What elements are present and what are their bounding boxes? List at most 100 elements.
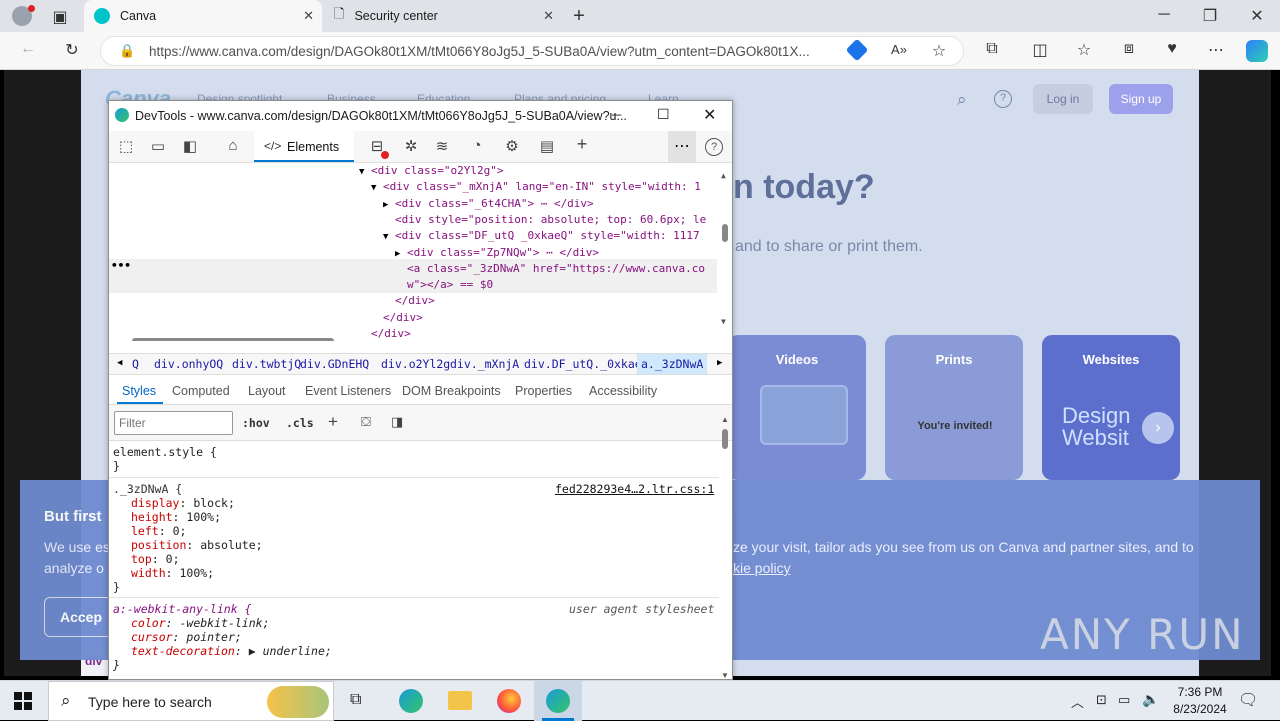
copilot-icon[interactable]: [1246, 40, 1268, 62]
performance-icon[interactable]: ◔: [466, 137, 488, 157]
rule-selector[interactable]: ._3zDNwA {: [113, 482, 182, 496]
sources-bug-icon[interactable]: ✲: [400, 137, 422, 157]
close-tab-icon[interactable]: ✕: [543, 8, 554, 24]
help-icon[interactable]: ?: [705, 138, 723, 156]
edge-taskbar-icon[interactable]: [399, 689, 423, 713]
scroll-down-icon[interactable]: ▼: [721, 671, 729, 680]
css-property-name[interactable]: position: [131, 538, 186, 552]
rule-selector[interactable]: a:-webkit-any-link {: [113, 602, 251, 616]
vscroll-thumb[interactable]: [722, 429, 728, 449]
network-icon[interactable]: ≋: [431, 137, 453, 157]
css-property-name[interactable]: width: [131, 566, 166, 580]
help-icon[interactable]: ?: [994, 90, 1012, 108]
memory-icon[interactable]: ⚙: [501, 137, 523, 157]
dom-node-line[interactable]: <a class="_3zDNwA" href="https://www.can…: [395, 261, 705, 277]
css-property-value[interactable]: 0;: [173, 524, 187, 538]
subtab-properties[interactable]: Properties: [515, 384, 572, 398]
crumb[interactable]: div.twbtjQ: [232, 357, 301, 371]
accept-button[interactable]: Accep: [44, 597, 114, 637]
crumb-left-icon[interactable]: ◀: [117, 358, 122, 368]
login-button[interactable]: Log in: [1033, 84, 1093, 114]
edge-active-taskbar-item[interactable]: [534, 681, 582, 721]
filter-input[interactable]: [114, 411, 233, 435]
node-ellipsis[interactable]: •••: [111, 259, 131, 272]
css-property-value[interactable]: ▶ underline;: [249, 644, 332, 658]
search-icon[interactable]: ⌕: [957, 90, 967, 110]
clock-time[interactable]: 7:36 PM: [1172, 685, 1228, 699]
restore-icon[interactable]: ❐: [1198, 6, 1222, 26]
minimize-icon[interactable]: ─: [612, 107, 621, 122]
hov-toggle[interactable]: :hov: [242, 416, 270, 430]
close-tab-icon[interactable]: ✕: [303, 8, 314, 24]
css-declaration[interactable]: left: 0;: [131, 524, 186, 538]
signup-button[interactable]: Sign up: [1109, 84, 1173, 114]
crumb[interactable]: div.DF_utQ._0xkaeQ: [524, 357, 649, 371]
hscroll-thumb[interactable]: [132, 338, 334, 341]
css-property-name[interactable]: display: [131, 496, 179, 510]
dom-node-line[interactable]: <div style="position: absolute; top: 60.…: [383, 212, 706, 228]
subtab-layout[interactable]: Layout: [248, 384, 286, 398]
dock-side-icon[interactable]: ◧: [179, 137, 201, 157]
crumb-right-icon[interactable]: ▶: [717, 358, 722, 368]
crumb-selected[interactable]: a._3zDNwA: [637, 354, 708, 374]
tab-canva[interactable]: Canva ✕: [84, 0, 322, 32]
welcome-home-icon[interactable]: ⌂: [222, 137, 244, 157]
collapse-arrow-icon[interactable]: ▼: [371, 180, 383, 196]
crumb[interactable]: div._mXnjA: [450, 357, 519, 371]
start-windows-icon[interactable]: [14, 692, 32, 710]
dom-vscroll-track[interactable]: ▲ ▼: [720, 171, 730, 327]
back-icon[interactable]: ←: [16, 40, 40, 58]
dom-hscroll-track[interactable]: [117, 337, 717, 341]
taskbar-search-box[interactable]: ⌕ Type here to search: [48, 681, 334, 721]
element-style-selector[interactable]: element.style {: [113, 445, 217, 459]
url-text[interactable]: https://www.canva.com/design/DAGOk80t1XM…: [149, 44, 849, 59]
favorite-star-icon[interactable]: ☆: [927, 41, 951, 61]
refresh-icon[interactable]: ↻: [60, 40, 84, 60]
new-rule-plus-icon[interactable]: +: [328, 412, 338, 432]
css-property-value[interactable]: -webkit-link;: [179, 616, 269, 630]
dom-node-line[interactable]: ▼ <div class="_mXnjA" lang="en-IN" style=…: [371, 179, 701, 195]
scroll-down-icon[interactable]: ▼: [721, 317, 726, 326]
subtab-computed[interactable]: Computed: [172, 384, 230, 398]
clock-date[interactable]: 8/23/2024: [1166, 702, 1234, 716]
subtab-event-listeners[interactable]: Event Listeners: [305, 384, 391, 398]
rule-source-link[interactable]: fed228293e4…2.ltr.css:1: [555, 482, 714, 496]
css-declaration[interactable]: color: -webkit-link;: [131, 616, 270, 630]
dom-node-line[interactable]: ▼ <div class="DF_utQ _0xkaeQ" style="widt…: [383, 228, 700, 244]
dom-node-line[interactable]: </div>: [371, 310, 423, 326]
collections-icon[interactable]: ⧈: [1117, 40, 1141, 58]
performance-icon[interactable]: ♥: [1160, 40, 1184, 58]
css-property-name[interactable]: text-decoration: [131, 644, 235, 658]
firefox-icon[interactable]: [497, 689, 521, 713]
crumb[interactable]: Q: [132, 357, 139, 371]
crumb[interactable]: div.GDnEHQ: [300, 357, 369, 371]
minimize-icon[interactable]: ─: [1152, 6, 1176, 24]
card-websites[interactable]: Websites Design Websit ›: [1042, 335, 1180, 480]
lock-icon[interactable]: 🔒: [119, 43, 135, 59]
scroll-up-icon[interactable]: ▲: [721, 171, 726, 180]
css-declaration[interactable]: position: absolute;: [131, 538, 263, 552]
paint-bucket-icon[interactable]: ⛋: [361, 414, 371, 430]
css-property-name[interactable]: height: [131, 510, 173, 524]
read-aloud-icon[interactable]: A»: [887, 42, 911, 57]
tab-actions-icon[interactable]: ▣: [48, 7, 72, 27]
css-property-value[interactable]: 100%;: [179, 566, 214, 580]
close-window-icon[interactable]: ✕: [1245, 6, 1269, 26]
carousel-next-icon[interactable]: ›: [1142, 412, 1174, 444]
show-hidden-icons-icon[interactable]: ︿: [1071, 692, 1084, 711]
new-tab-icon[interactable]: +: [567, 5, 591, 28]
dom-node-line[interactable]: ▶ <div class="Zp7NQw"> ⋯ </div>: [395, 245, 599, 261]
cls-toggle[interactable]: .cls: [286, 416, 314, 430]
css-declaration[interactable]: text-decoration: ▶ underline;: [131, 644, 332, 658]
css-declaration[interactable]: display: block;: [131, 496, 235, 510]
css-property-value[interactable]: absolute;: [200, 538, 262, 552]
tab-security-center[interactable]: 🗋 Security center ✕: [324, 0, 562, 32]
favorites-icon[interactable]: ☆: [1072, 40, 1096, 60]
css-property-value[interactable]: 100%;: [186, 510, 221, 524]
collapse-arrow-icon[interactable]: ▼: [359, 164, 371, 180]
dom-node-line[interactable]: ▼ <div class="o2Yl2g">: [359, 163, 503, 179]
scroll-up-icon[interactable]: ▲: [721, 415, 729, 424]
css-property-value[interactable]: block;: [193, 496, 235, 510]
css-declaration[interactable]: cursor: pointer;: [131, 630, 242, 644]
dom-node-line[interactable]: ▶ <div class="_6t4CHA"> ⋯ </div>: [383, 196, 594, 212]
